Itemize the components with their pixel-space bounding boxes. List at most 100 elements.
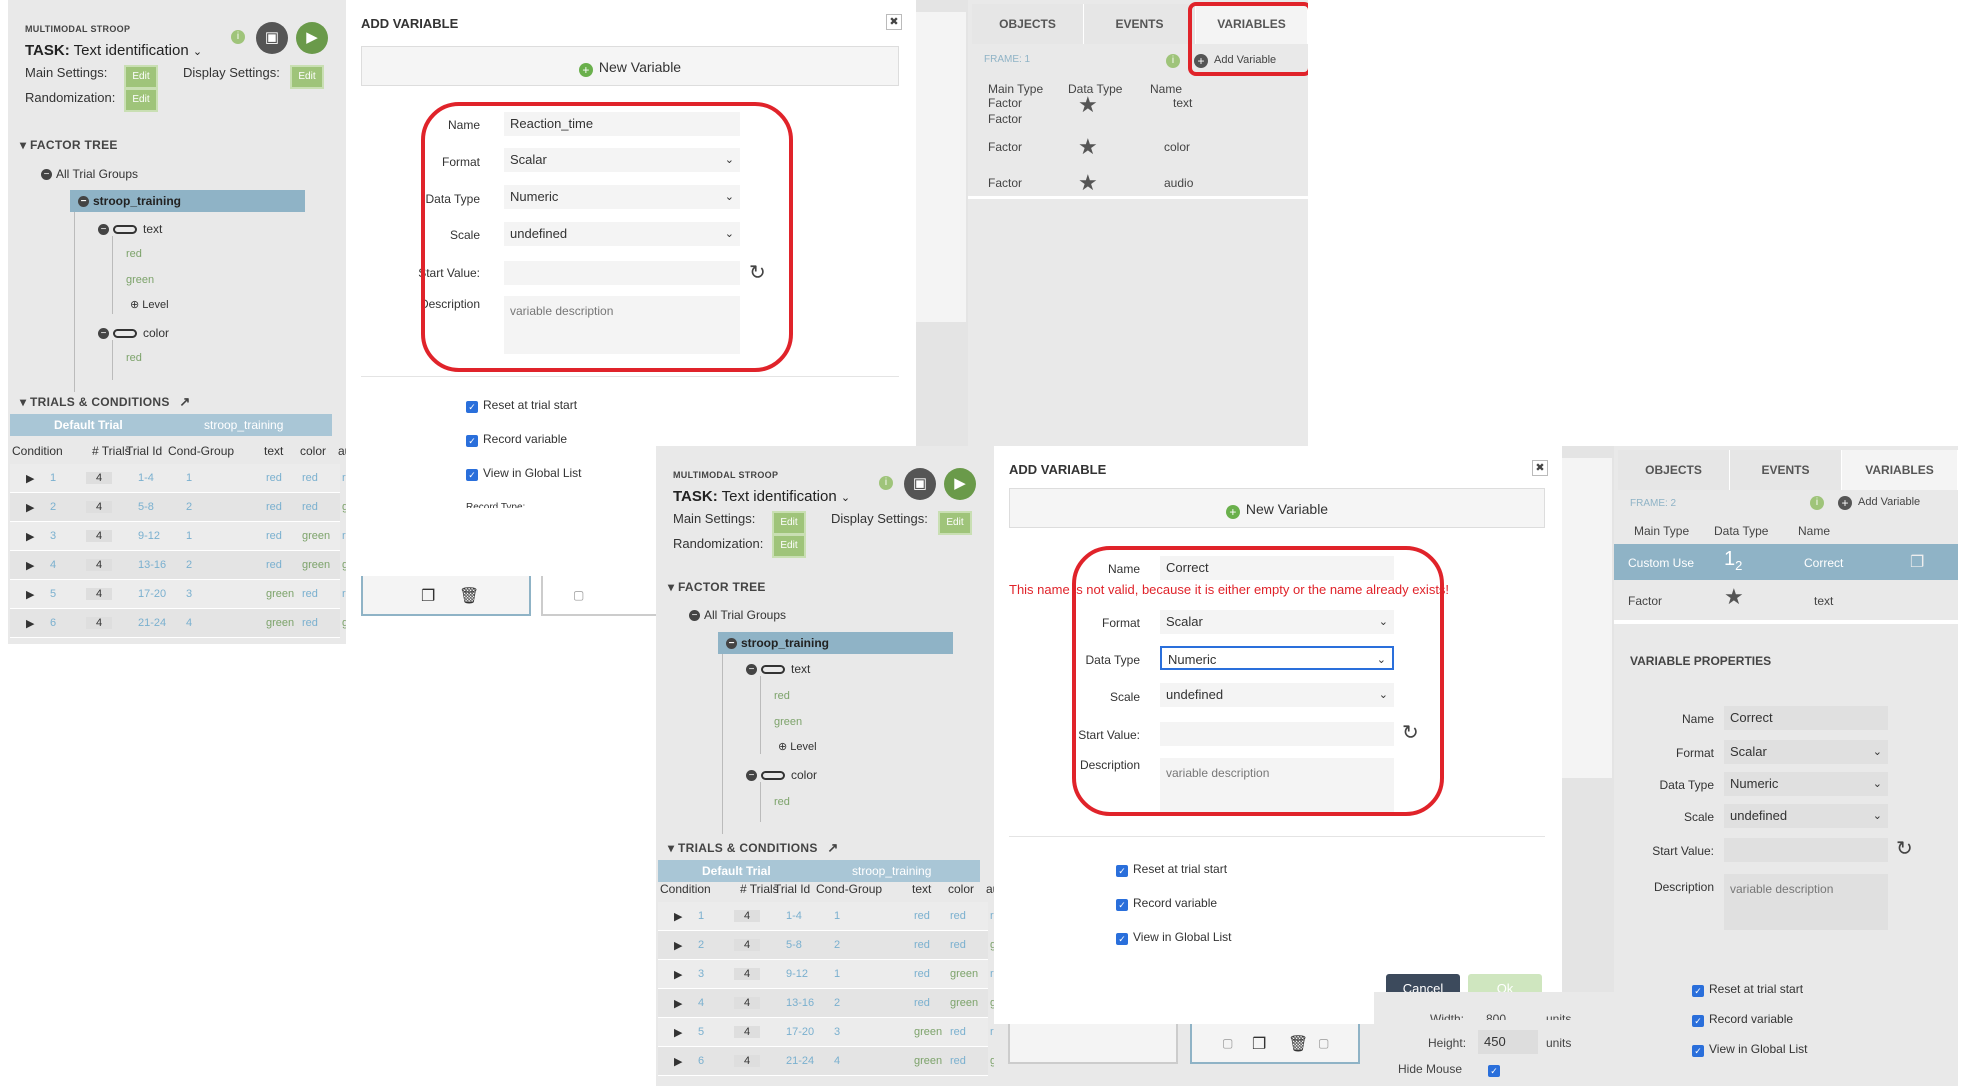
play-icon[interactable]: ▶ (296, 22, 328, 54)
play-icon[interactable]: ▶ (944, 468, 976, 500)
description-textarea[interactable]: variable description (1724, 874, 1888, 930)
close-icon[interactable]: ✖ (886, 14, 902, 30)
table-row[interactable]: ▶245-82redredgr (10, 493, 346, 522)
table-row[interactable]: ▶6421-244greenredgr (658, 1047, 994, 1076)
add-level[interactable]: ⊕ Level (778, 740, 817, 753)
table-row[interactable]: ▶ 3 4 9-12 1 red green r (658, 960, 994, 989)
table-row[interactable]: ▶4413-162redgreengr (658, 989, 994, 1018)
default-trial-row[interactable]: Default Trial stroop_training (658, 860, 980, 882)
variable-name[interactable]: text (1814, 594, 1833, 608)
minus-circle-icon[interactable]: − (746, 664, 757, 676)
expand-arrow-icon[interactable]: ▶ (674, 910, 682, 923)
format-select[interactable]: Scalar ⌄ (1724, 740, 1888, 764)
tab-events[interactable]: EVENTS (1730, 450, 1842, 490)
main-settings-edit-button[interactable]: Edit (772, 511, 806, 535)
factor-color-node[interactable]: − color (98, 326, 169, 340)
trials-conditions-header[interactable]: ▾ TRIALS & CONDITIONS ↗ (668, 840, 839, 856)
table-row[interactable]: ▶4413-162redgreengr (10, 551, 346, 580)
tab-variables[interactable]: VARIABLES (1842, 450, 1958, 490)
start-value-input[interactable] (1724, 838, 1888, 862)
new-variable-button[interactable]: + New Variable (1009, 488, 1545, 528)
reset-icon[interactable]: ↻ (1896, 836, 1913, 861)
randomization-edit-button[interactable]: Edit (124, 88, 158, 112)
all-trial-groups[interactable]: − All Trial Groups (41, 167, 138, 181)
trials-cell[interactable]: 4 (86, 617, 112, 629)
level-green[interactable]: green (774, 716, 802, 728)
trials-cell[interactable]: 4 (86, 501, 112, 513)
factor-color-node[interactable]: − color (746, 768, 817, 782)
task-selector[interactable]: TASK: Text identification ⌄ (673, 488, 850, 505)
expand-arrow-icon[interactable]: ▶ (26, 617, 34, 630)
level-red[interactable]: red (126, 352, 142, 364)
minus-circle-icon[interactable]: − (726, 638, 737, 650)
width-value[interactable]: 800 (1486, 1012, 1506, 1020)
randomization-edit-button[interactable]: Edit (772, 534, 806, 558)
variable-row-selected[interactable]: Custom Use 12 Correct ❐ (1614, 544, 1958, 580)
variable-name[interactable]: color (1164, 140, 1190, 154)
trials-cell[interactable]: 4 (734, 1055, 760, 1067)
minus-circle-icon[interactable]: − (689, 610, 700, 622)
factor-text-node[interactable]: − text (98, 222, 162, 236)
save-icon[interactable]: ▣ (904, 468, 936, 500)
trials-cell[interactable]: 4 (86, 588, 112, 600)
level-red[interactable]: red (126, 248, 142, 260)
reset-checkbox[interactable]: ✓ Reset at trial start (1692, 982, 1803, 997)
table-row[interactable]: ▶6421-244greenredgr (10, 609, 346, 638)
expand-arrow-icon[interactable]: ▶ (674, 939, 682, 952)
tab-objects[interactable]: OBJECTS (972, 4, 1084, 44)
add-variable-button[interactable]: + Add Variable (1194, 54, 1276, 68)
level-red[interactable]: red (774, 690, 790, 702)
square-icon[interactable]: ▢ (1318, 1036, 1329, 1050)
hide-mouse-checkbox[interactable]: ✓ (1488, 1062, 1505, 1077)
minus-circle-icon[interactable]: − (746, 770, 757, 782)
trash-icon[interactable]: 🗑 (1288, 1034, 1308, 1054)
display-settings-edit-button[interactable]: Edit (290, 65, 324, 89)
global-list-checkbox[interactable]: ✓ View in Global List (466, 466, 582, 481)
variable-name[interactable]: audio (1164, 176, 1193, 190)
trials-cell[interactable]: 4 (86, 530, 112, 542)
trials-cell[interactable]: 4 (734, 997, 760, 1009)
variable-name[interactable]: text (1173, 96, 1192, 110)
all-trial-groups[interactable]: − All Trial Groups (689, 608, 786, 622)
tab-objects[interactable]: OBJECTS (1618, 450, 1730, 490)
external-link-icon[interactable]: ↗ (179, 394, 190, 409)
table-row[interactable]: ▶ 3 4 9-12 1 red green r (10, 522, 346, 551)
global-list-checkbox[interactable]: ✓ View in Global List (1116, 930, 1232, 945)
level-green[interactable]: green (126, 274, 154, 286)
expand-arrow-icon[interactable]: ▶ (26, 501, 34, 514)
reset-checkbox[interactable]: ✓ Reset at trial start (1116, 862, 1227, 877)
factor-tree-header[interactable]: ▾ FACTOR TREE (20, 138, 118, 152)
add-level[interactable]: ⊕ Level (130, 298, 169, 311)
table-row[interactable]: ▶ 1 4 1-4 1 red red r (10, 464, 346, 493)
expand-arrow-icon[interactable]: ▶ (26, 472, 34, 485)
minus-circle-icon[interactable]: − (78, 196, 89, 208)
copy-icon[interactable]: ❐ (1910, 552, 1924, 572)
expand-arrow-icon[interactable]: ▶ (674, 997, 682, 1010)
trash-icon[interactable]: 🗑 (459, 586, 479, 606)
new-variable-button[interactable]: + New Variable (361, 46, 899, 86)
copy-icon[interactable]: ❐ (1252, 1034, 1266, 1054)
info-icon[interactable]: i (231, 30, 245, 44)
factor-tree-header[interactable]: ▾ FACTOR TREE (668, 580, 766, 594)
expand-arrow-icon[interactable]: ▶ (674, 968, 682, 981)
table-row[interactable]: ▶ 5 4 17-20 3 green red r (10, 580, 346, 609)
trials-cell[interactable]: 4 (734, 968, 760, 980)
add-variable-button[interactable]: + Add Variable (1838, 496, 1920, 510)
factor-text-node[interactable]: − text (746, 662, 810, 676)
trials-conditions-header[interactable]: ▾ TRIALS & CONDITIONS ↗ (20, 394, 191, 410)
default-trial-row[interactable]: Default Trial stroop_training (10, 414, 332, 436)
external-link-icon[interactable]: ↗ (827, 840, 838, 855)
record-checkbox[interactable]: ✓ Record variable (1692, 1012, 1793, 1027)
trials-cell[interactable]: 4 (86, 559, 112, 571)
name-input[interactable]: Correct (1724, 706, 1888, 730)
reset-checkbox[interactable]: ✓ Reset at trial start (466, 398, 577, 413)
info-icon[interactable]: i (1810, 496, 1824, 510)
minus-circle-icon[interactable]: − (98, 224, 109, 236)
global-list-checkbox[interactable]: ✓ View in Global List (1692, 1042, 1808, 1057)
save-icon[interactable]: ▣ (256, 22, 288, 54)
square-icon[interactable]: ▢ (1222, 1036, 1233, 1050)
expand-arrow-icon[interactable]: ▶ (674, 1026, 682, 1039)
table-row[interactable]: ▶245-82redredgr (658, 931, 994, 960)
expand-arrow-icon[interactable]: ▶ (26, 530, 34, 543)
tab-events[interactable]: EVENTS (1084, 4, 1196, 44)
